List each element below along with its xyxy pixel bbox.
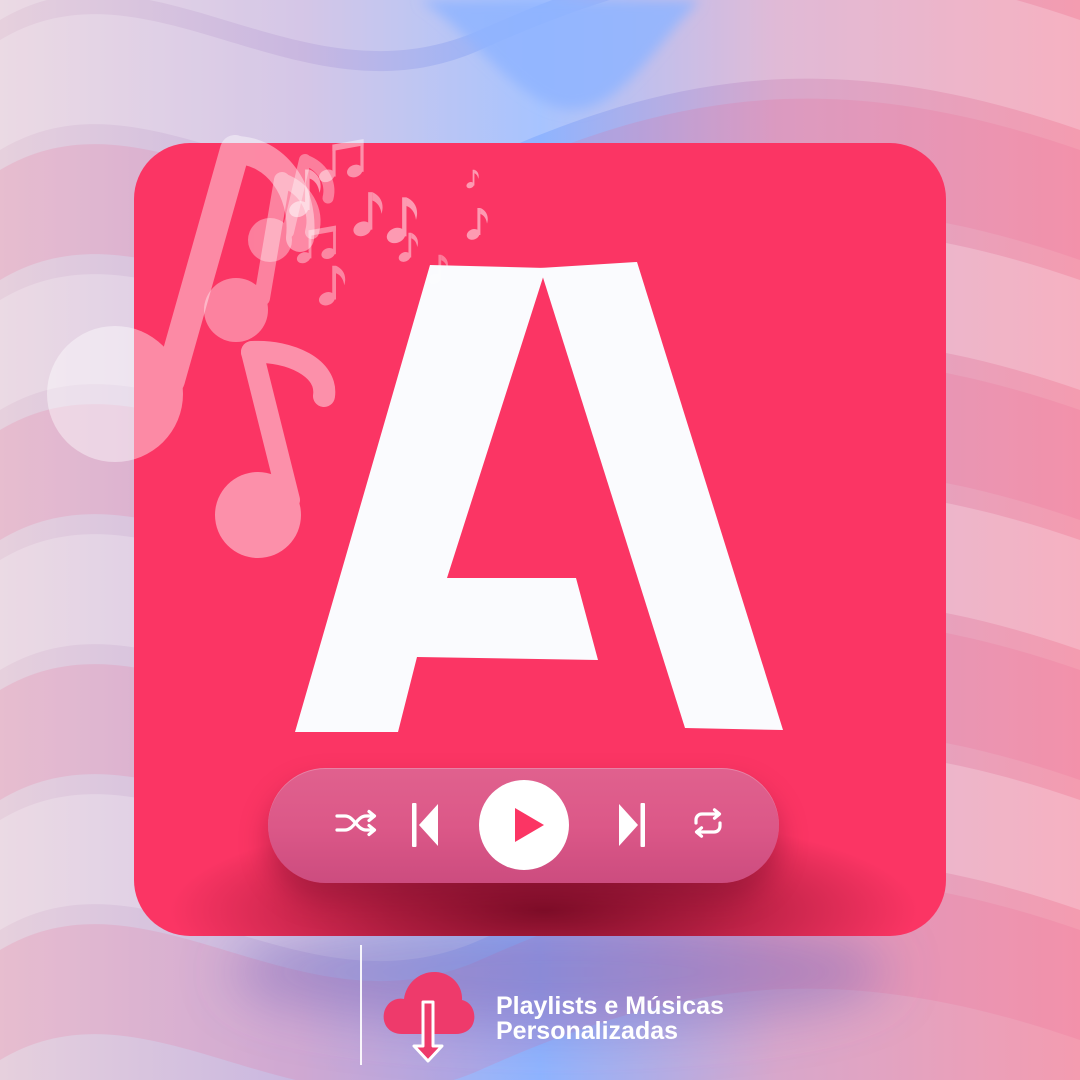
- previous-button[interactable]: [411, 802, 439, 848]
- background-blue-drip: [420, 0, 700, 110]
- previous-icon: [412, 803, 438, 847]
- footer: Playlists e Músicas Personalizadas: [340, 940, 760, 1070]
- shuffle-icon: [335, 809, 377, 837]
- repeat-icon: [694, 808, 722, 838]
- vertical-divider: [360, 945, 362, 1065]
- shuffle-button[interactable]: [335, 808, 379, 838]
- player-controls-bar: [268, 768, 779, 883]
- next-icon: [619, 803, 645, 847]
- play-icon: [479, 780, 569, 870]
- tagline-line-1: Playlists e Músicas: [496, 992, 724, 1020]
- next-button[interactable]: [618, 802, 646, 848]
- cloud-download-icon: [383, 971, 475, 1063]
- tagline: Playlists e Músicas Personalizadas: [496, 994, 758, 1044]
- repeat-button[interactable]: [691, 808, 725, 838]
- play-button[interactable]: [479, 780, 569, 870]
- tagline-line-2: Personalizadas: [496, 1017, 679, 1045]
- background-wave: [0, 0, 1080, 52]
